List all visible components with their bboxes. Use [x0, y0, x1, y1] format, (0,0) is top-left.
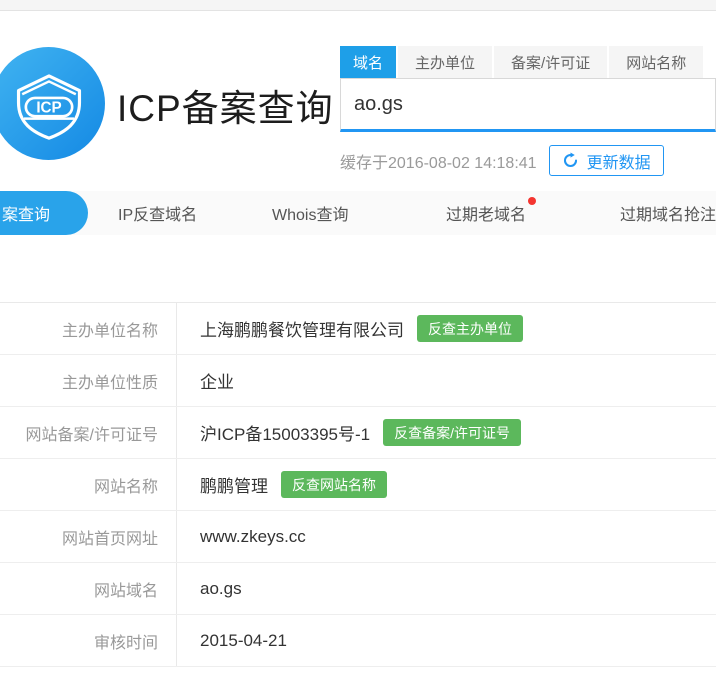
refresh-icon	[562, 152, 579, 169]
tab-organizer[interactable]: 主办单位	[398, 46, 492, 78]
row-label: 网站备案/许可证号	[0, 407, 177, 458]
row-value-cell: www.zkeys.cc	[177, 511, 306, 562]
site-name-value: 鹏鹏管理	[200, 472, 268, 497]
nav-item-ip-reverse[interactable]: IP反查域名	[118, 191, 197, 235]
new-badge-dot	[528, 197, 536, 205]
table-row: 网站名称 鹏鹏管理 反查网站名称	[0, 459, 716, 511]
top-strip	[0, 0, 716, 11]
row-value-cell: 鹏鹏管理 反查网站名称	[177, 459, 387, 510]
search-panel: 域名 主办单位 备案/许可证 网站名称 缓存于2016-08-02 14:18:…	[340, 46, 716, 176]
reverse-lookup-organizer-button[interactable]: 反查主办单位	[417, 315, 523, 342]
row-label: 网站首页网址	[0, 511, 177, 562]
table-row: 网站域名 ao.gs	[0, 563, 716, 615]
nav-item-label: 过期老域名	[446, 201, 526, 225]
nav-item-expired-domains[interactable]: 过期老域名	[446, 191, 526, 235]
nav-item-icp-lookup-active[interactable]: 案查询	[0, 191, 88, 235]
cache-row: 缓存于2016-08-02 14:18:41 更新数据	[340, 145, 716, 176]
row-value-cell: 上海鹏鹏餐饮管理有限公司 反查主办单位	[177, 303, 523, 354]
table-row: 主办单位性质 企业	[0, 355, 716, 407]
search-input[interactable]	[340, 78, 716, 132]
table-row: 审核时间 2015-04-21	[0, 615, 716, 667]
page-title: ICP备案查询	[117, 78, 334, 132]
svg-text:ICP: ICP	[36, 99, 61, 116]
nav-item-whois[interactable]: Whois查询	[272, 191, 348, 235]
nav-bar: 案查询 IP反查域名 Whois查询 过期老域名 过期域名抢注	[0, 191, 716, 235]
review-date-value: 2015-04-21	[200, 631, 287, 651]
table-row: 主办单位名称 上海鹏鹏餐饮管理有限公司 反查主办单位	[0, 303, 716, 355]
reverse-lookup-license-button[interactable]: 反查备案/许可证号	[383, 419, 521, 446]
site-domain-value: ao.gs	[200, 579, 242, 599]
table-row: 网站备案/许可证号 沪ICP备15003395号-1 反查备案/许可证号	[0, 407, 716, 459]
refresh-data-button[interactable]: 更新数据	[549, 145, 664, 176]
row-label: 网站域名	[0, 563, 177, 614]
organizer-nature-value: 企业	[200, 368, 234, 393]
row-value-cell: 2015-04-21	[177, 615, 287, 666]
row-value-cell: 沪ICP备15003395号-1 反查备案/许可证号	[177, 407, 521, 458]
organizer-name-value: 上海鹏鹏餐饮管理有限公司	[200, 316, 404, 341]
table-row: 网站首页网址 www.zkeys.cc	[0, 511, 716, 563]
search-type-tabs: 域名 主办单位 备案/许可证 网站名称	[340, 46, 716, 78]
header: ICP ICP备案查询 域名 主办单位 备案/许可证 网站名称 缓存于2016-…	[0, 11, 716, 191]
cache-timestamp: 缓存于2016-08-02 14:18:41	[340, 149, 537, 173]
license-number-value: 沪ICP备15003395号-1	[200, 420, 370, 445]
row-label: 主办单位名称	[0, 303, 177, 354]
result-table: 主办单位名称 上海鹏鹏餐饮管理有限公司 反查主办单位 主办单位性质 企业 网站备…	[0, 302, 716, 667]
icp-logo: ICP	[0, 47, 105, 160]
row-label: 网站名称	[0, 459, 177, 510]
homepage-url-value: www.zkeys.cc	[200, 527, 306, 547]
reverse-lookup-site-name-button[interactable]: 反查网站名称	[281, 471, 387, 498]
row-value-cell: ao.gs	[177, 563, 242, 614]
nav-item-expired-preorder[interactable]: 过期域名抢注	[620, 191, 716, 235]
row-label: 主办单位性质	[0, 355, 177, 406]
tab-site-name[interactable]: 网站名称	[609, 46, 703, 78]
refresh-label: 更新数据	[587, 149, 651, 173]
tab-license[interactable]: 备案/许可证	[494, 46, 607, 78]
shield-icon: ICP	[10, 65, 88, 143]
tab-domain[interactable]: 域名	[340, 46, 396, 78]
row-label: 审核时间	[0, 615, 177, 666]
row-value-cell: 企业	[177, 355, 234, 406]
